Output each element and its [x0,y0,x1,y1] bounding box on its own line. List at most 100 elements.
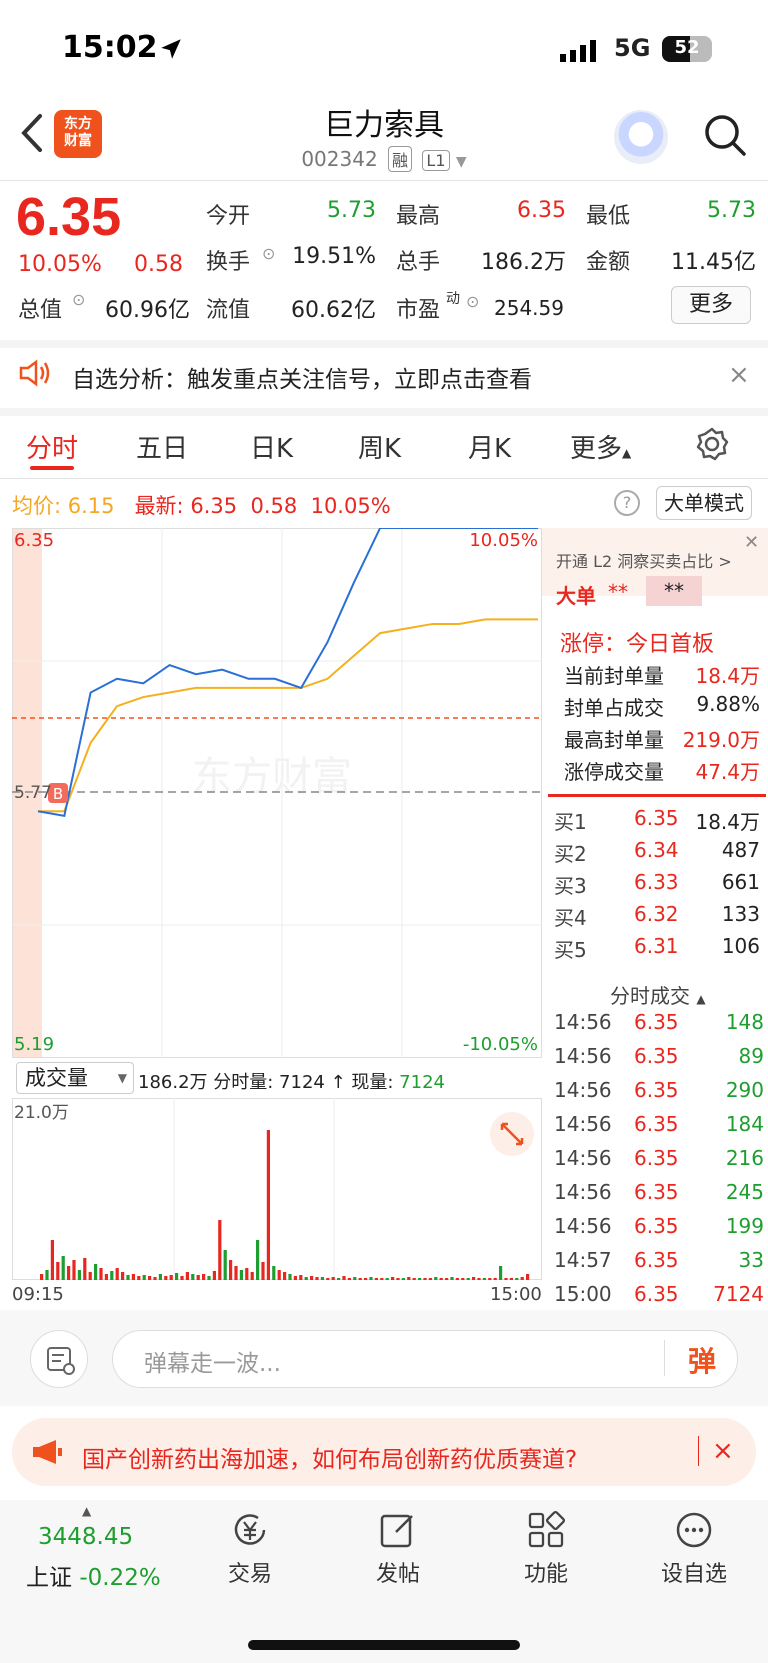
pct-bottom-label: -10.05% [463,1034,538,1055]
volume-bar [104,1274,108,1280]
search-icon[interactable] [702,112,748,158]
pe-value: 254.59 [494,296,564,320]
volume-bar [331,1277,335,1280]
tab-five-day[interactable]: 五日 [136,428,188,465]
bid-row: 买5 6.31 106 [548,934,762,966]
bid-label: 买5 [554,938,587,962]
info-dots-icon[interactable]: ⊙ [72,290,85,309]
tick-volume: 7124 [713,1282,764,1306]
danmu-settings-button[interactable] [30,1330,88,1388]
tick-volume: 216 [725,1146,764,1170]
tab-weekly-k[interactable]: 周K [358,428,401,465]
battery-icon: 52 [662,36,712,62]
close-icon[interactable]: ✕ [744,532,759,553]
info-dots-icon[interactable]: ⊙ [466,292,479,311]
status-bar: 15:02 5G 52 [0,0,768,100]
index-value[interactable]: 3448.45 [38,1524,133,1550]
time-start: 09:15 [12,1284,64,1305]
big-order-value-2: ** [646,576,702,606]
settings-gear-icon[interactable] [694,426,730,462]
volume-info-text: 186.2万 分时量: 7124 ↑ 现量: [138,1072,394,1093]
volume-value: 186.2万 [481,250,566,275]
volume-bar [223,1250,227,1280]
margin-tag: 融 [388,146,413,172]
watermark: 东方财富 [192,754,352,800]
volume-bar [256,1240,260,1280]
index-quote[interactable]: 上证 -0.22% [26,1558,161,1592]
trade-yen-icon[interactable] [230,1510,270,1550]
tick-volume: 245 [725,1180,764,1204]
tab-intraday[interactable]: 分时 [26,428,78,465]
info-dots-icon[interactable]: ⊙ [262,244,275,263]
stat-value: 219.0万 [682,728,760,752]
more-dots-icon[interactable] [674,1510,714,1550]
bid-label: 买4 [554,906,587,930]
tick-price: 6.35 [634,1010,679,1034]
bid-price: 6.31 [634,934,679,958]
volume-bar [337,1278,341,1280]
volume-bar [164,1276,168,1280]
chart-info-row: 均价: 6.15 最新: 6.35 0.58 10.05% [12,490,391,520]
post-edit-icon[interactable] [378,1510,418,1550]
active-tab-indicator [30,466,74,470]
tab-add-watchlist[interactable]: 设自选 [634,1556,754,1588]
float-cap-label: 流值 [206,298,251,323]
close-icon[interactable]: × [728,360,750,390]
open-label: 今开 [206,204,251,229]
bid-volume: 106 [721,934,760,958]
tab-post[interactable]: 发帖 [338,1556,458,1588]
volume-bar [364,1278,368,1280]
tick-price: 6.35 [634,1180,679,1204]
danmu-send-button[interactable]: 弹 [688,1340,716,1380]
close-icon[interactable]: × [712,1436,734,1466]
tab-monthly-k[interactable]: 月K [468,428,511,465]
stock-code: 002342 [301,147,378,171]
tab-functions[interactable]: 功能 [486,1556,606,1588]
pct-top-label: 10.05% [469,530,538,551]
volume-chart[interactable]: 21.0万 [12,1098,542,1280]
volume-bar [488,1278,492,1280]
more-button[interactable]: 更多 [671,286,751,324]
last-price: 6.35 [16,187,122,247]
volume-bar [142,1275,146,1280]
volume-indicator-select[interactable]: 成交量 ▼ [16,1062,134,1094]
volume-bar [115,1268,119,1280]
volume-bar [428,1278,432,1280]
tab-daily-k[interactable]: 日K [250,428,293,465]
volume-bar [212,1271,216,1280]
volume-select-value: 成交量 [25,1066,88,1090]
order-book: 买1 6.35 18.4万 买2 6.34 487 买3 6.33 661 买4 6.32 133 买5… [548,806,762,966]
volume-bar [196,1275,200,1280]
tick-time: 14:56 [554,1146,612,1170]
megaphone-icon [33,1440,62,1464]
tab-trade[interactable]: 交易 [190,1556,310,1588]
intraday-chart[interactable]: 东方财富 B 6.35 5.77 5.19 10.05% -10.05% [12,528,542,1058]
ticks-title[interactable]: 分时成交 ▲ [610,980,706,1009]
back-icon[interactable] [14,108,50,158]
volume-bar [229,1260,233,1280]
assistant-robot-icon[interactable] [614,110,668,164]
turnover-label: 换手 [206,250,251,275]
functions-grid-icon[interactable] [526,1510,566,1550]
tick-volume: 184 [725,1112,764,1136]
tick-price: 6.35 [634,1044,679,1068]
index-percent: -0.22% [79,1565,161,1591]
bid-volume: 661 [721,870,760,894]
stock-code-row[interactable]: 002342 融 L1 ▼ [234,146,534,172]
help-icon[interactable]: ? [614,490,640,516]
bid-price: 6.35 [634,806,679,830]
volume-bar [137,1276,141,1280]
big-order-mode-button[interactable]: 大单模式 [656,486,752,520]
tab-more[interactable]: 更多▲ [570,428,631,465]
volume-bar [61,1256,65,1280]
volume-bar [83,1258,87,1280]
section-gap [0,408,768,416]
stat-label: 当前封单量 [564,664,664,688]
bid-row: 买2 6.34 487 [548,838,762,870]
bid-volume: 487 [721,838,760,862]
volume-label: 总手 [396,250,441,275]
y-bottom-label: 5.19 [14,1034,54,1055]
volume-bar [234,1266,238,1280]
volume-bar [423,1278,427,1280]
caret-icon: ▲ [622,446,632,460]
